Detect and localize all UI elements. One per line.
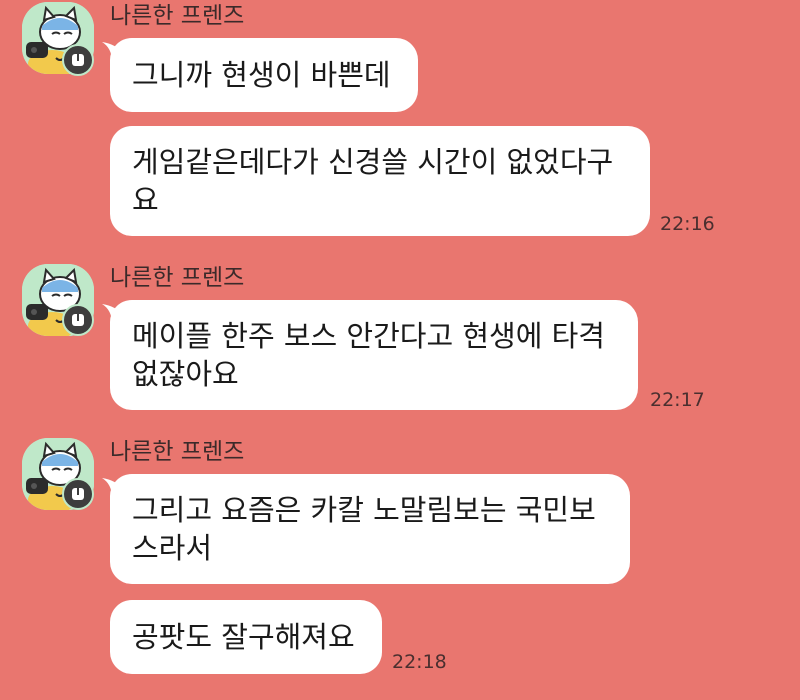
message-bubble[interactable]: 공팟도 잘구해져요 [110,600,382,674]
message-timestamp: 22:17 [650,389,705,411]
message-text: 그니까 현생이 바쁜데 [132,58,391,92]
message-bubble[interactable]: 메이플 한주 보스 안간다고 현생에 타격 없잖아요 [110,300,638,410]
sender-name: 나른한 프렌즈 [110,439,245,465]
message-bubble[interactable]: 그리고 요즘은 카칼 노말림보는 국민보 스라서 [110,474,630,584]
message-timestamp: 22:16 [660,213,715,235]
open-chat-badge-icon [62,478,94,510]
message-text: 메이플 한주 보스 안간다고 현생에 타격 없잖아요 [132,319,605,391]
message-text: 게임같은데다가 신경쓸 시간이 없었다구 요 [132,145,614,217]
chat-screen: { "colors": { "background": "#e9766f", "… [0,0,800,700]
message-timestamp: 22:18 [392,651,447,673]
message-bubble[interactable]: 게임같은데다가 신경쓸 시간이 없었다구 요 [110,126,650,236]
open-chat-badge-icon [62,304,94,336]
message-text: 공팟도 잘구해져요 [132,620,355,654]
message-text: 그리고 요즘은 카칼 노말림보는 국민보 스라서 [132,493,596,565]
message-bubble[interactable]: 그니까 현생이 바쁜데 [110,38,418,112]
open-chat-badge-icon [62,44,94,76]
sender-name: 나른한 프렌즈 [110,3,245,29]
sender-name: 나른한 프렌즈 [110,265,245,291]
